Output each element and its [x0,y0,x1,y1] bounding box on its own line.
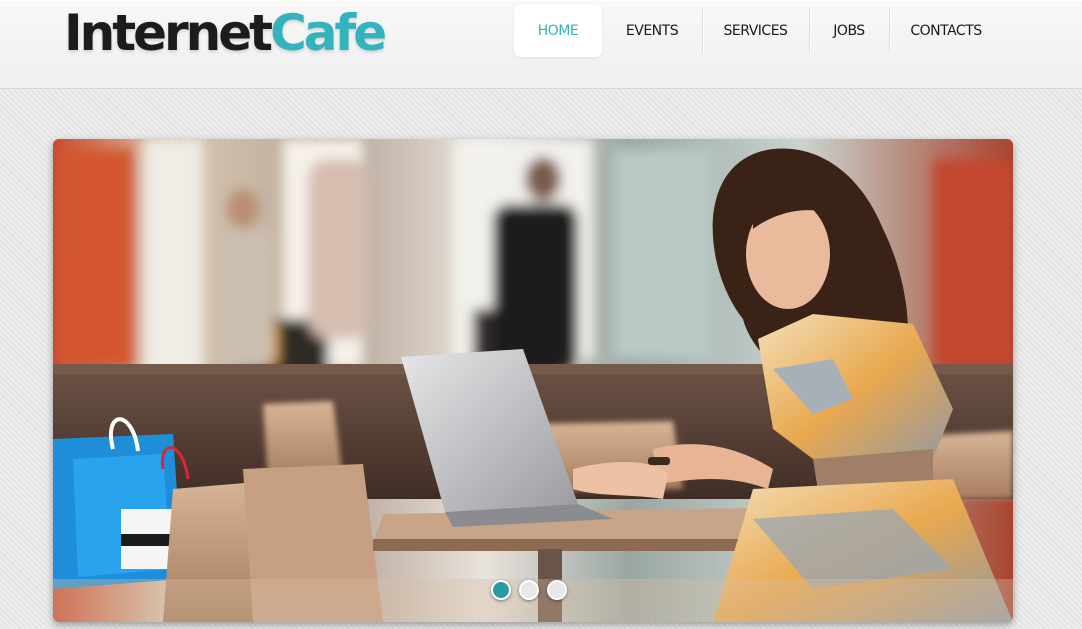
site-header: InternetCafe HOME EVENTS SERVICES JOBS C… [0,0,1082,89]
hero-slider[interactable] [53,139,1013,622]
slide-dot-3[interactable] [547,580,567,600]
nav-services[interactable]: SERVICES [702,5,809,57]
logo-text-cafe: Cafe [270,4,387,62]
logo-text-internet: Internet [64,4,273,62]
slide-dot-1[interactable] [491,580,511,600]
site-logo[interactable]: InternetCafe [64,2,387,64]
nav-events[interactable]: EVENTS [602,5,702,57]
hero-photo-woman-laptop [53,139,1013,622]
slider-pagination [491,580,567,600]
main-nav: HOME EVENTS SERVICES JOBS CONTACTS [514,5,1003,57]
nav-home[interactable]: HOME [514,5,602,57]
nav-contacts[interactable]: CONTACTS [889,5,1003,57]
nav-jobs[interactable]: JOBS [809,5,889,57]
slide-dot-2[interactable] [519,580,539,600]
